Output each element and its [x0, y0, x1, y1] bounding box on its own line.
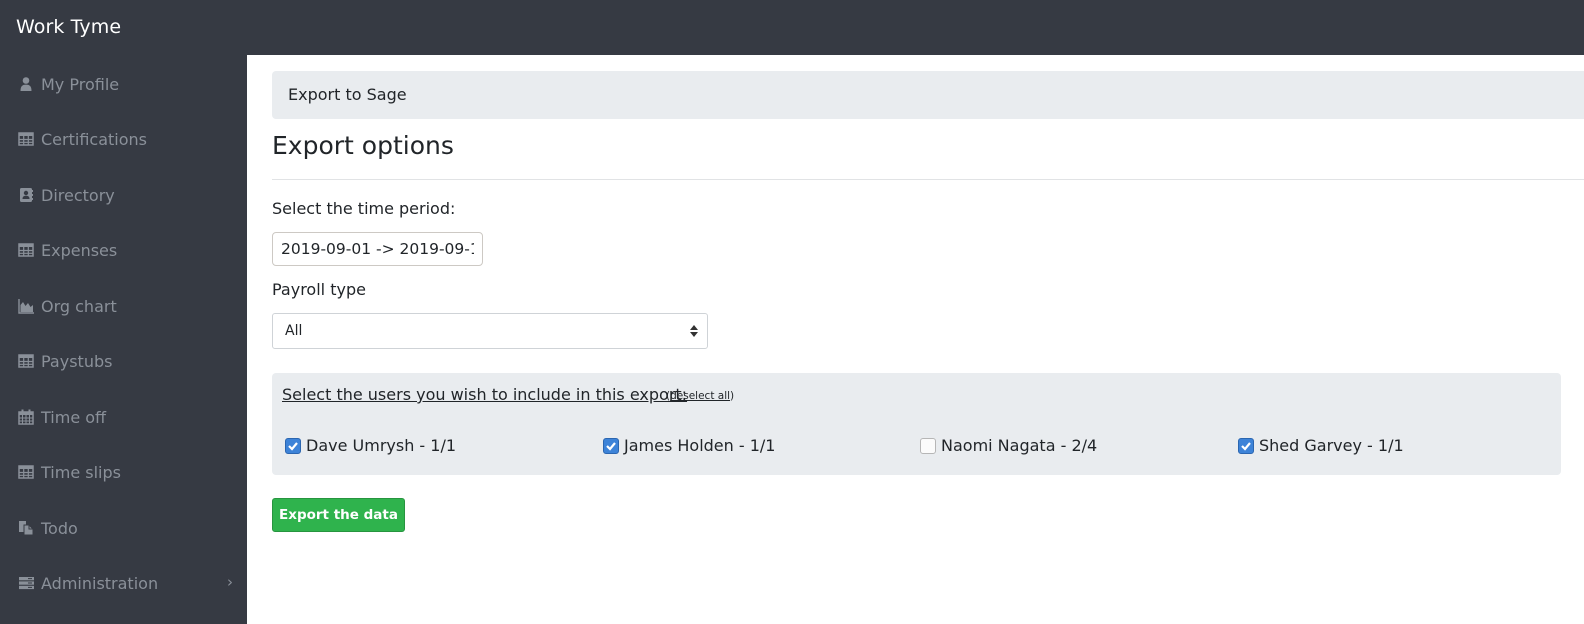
user-checkbox-dave-umrysh[interactable]: Dave Umrysh - 1/1: [285, 436, 456, 455]
select-arrows-icon: [690, 325, 698, 337]
server-icon: [18, 575, 34, 591]
sidebar-item-org-chart[interactable]: Org chart: [0, 286, 247, 326]
users-heading: Select the users you wish to include in …: [282, 385, 688, 404]
payroll-type-label: Payroll type: [272, 280, 366, 299]
sidebar-item-paystubs[interactable]: Paystubs: [0, 341, 247, 381]
sidebar-item-label: Certifications: [41, 129, 147, 149]
sidebar-item-time-off[interactable]: Time off: [0, 397, 247, 437]
checkbox-unchecked[interactable]: [920, 437, 936, 454]
deselect-all-anchor[interactable]: deselect all: [670, 390, 730, 402]
chevron-right-icon: ›: [227, 573, 233, 591]
user-label: Dave Umrysh - 1/1: [306, 436, 457, 455]
checkmark-icon: [1241, 441, 1251, 451]
sidebar-item-label: Expenses: [41, 240, 118, 260]
payroll-type-value: All: [285, 323, 303, 339]
sidebar-item-label: Org chart: [41, 296, 117, 316]
copy-icon: [18, 520, 34, 536]
user-checkbox-shed-garvey[interactable]: Shed Garvey - 1/1: [1238, 436, 1404, 455]
main-content: Export to Sage Export options Select the…: [247, 55, 1584, 624]
time-period-input[interactable]: [272, 232, 483, 266]
user-checkbox-naomi-nagata[interactable]: Naomi Nagata - 2/4: [920, 436, 1097, 455]
user-icon: [18, 76, 34, 92]
page-title: Export options: [272, 131, 454, 160]
table-icon: [18, 353, 34, 369]
user-label: James Holden - 1/1: [624, 436, 776, 455]
sidebar-item-label: Time off: [41, 407, 107, 427]
users-selection-panel: Select the users you wish to include in …: [272, 373, 1561, 475]
area-chart-icon: [18, 298, 34, 314]
sidebar-item-label: Directory: [41, 185, 115, 205]
paren-close: ): [730, 390, 735, 402]
sidebar-item-expenses[interactable]: Expenses: [0, 230, 247, 270]
table-icon: [18, 131, 34, 147]
user-label: Naomi Nagata - 2/4: [941, 436, 1098, 455]
sidebar-item-label: Todo: [41, 518, 78, 538]
sidebar-item-label: Time slips: [41, 462, 121, 482]
sidebar-item-directory[interactable]: Directory: [0, 175, 247, 215]
sidebar-item-todo[interactable]: Todo: [0, 508, 247, 548]
divider: [272, 179, 1584, 180]
breadcrumb-item[interactable]: Export to Sage: [288, 85, 407, 104]
sidebar-item-certifications[interactable]: Certifications: [0, 119, 247, 159]
top-navbar: Work Tyme: [0, 0, 1584, 55]
user-checkbox-james-holden[interactable]: James Holden - 1/1: [603, 436, 775, 455]
export-data-button[interactable]: Export the data: [272, 498, 405, 532]
checkbox-checked[interactable]: [603, 437, 619, 454]
checkmark-icon: [606, 441, 616, 451]
time-period-label: Select the time period:: [272, 199, 456, 218]
user-label: Shed Garvey - 1/1: [1259, 436, 1404, 455]
sidebar-item-label: Administration: [41, 573, 159, 593]
calendar-icon: [18, 409, 34, 425]
checkbox-checked[interactable]: [1238, 437, 1254, 454]
sidebar-item-label: Paystubs: [41, 351, 113, 371]
sidebar-item-label: My Profile: [41, 74, 120, 94]
table-icon: [18, 242, 34, 258]
sidebar-item-time-slips[interactable]: Time slips: [0, 452, 247, 492]
sidebar-item-administration[interactable]: Administration ›: [0, 563, 247, 603]
breadcrumb: Export to Sage: [272, 71, 1584, 119]
sidebar: My Profile Certifications Directory Expe…: [0, 55, 247, 624]
deselect-all-link[interactable]: (deselect all): [666, 390, 734, 402]
checkbox-checked[interactable]: [285, 437, 301, 454]
table-icon: [18, 464, 34, 480]
address-book-icon: [18, 187, 34, 203]
payroll-type-select[interactable]: All: [272, 313, 708, 349]
checkmark-icon: [288, 441, 298, 451]
app-brand[interactable]: Work Tyme: [16, 16, 121, 38]
sidebar-item-my-profile[interactable]: My Profile: [0, 64, 247, 104]
